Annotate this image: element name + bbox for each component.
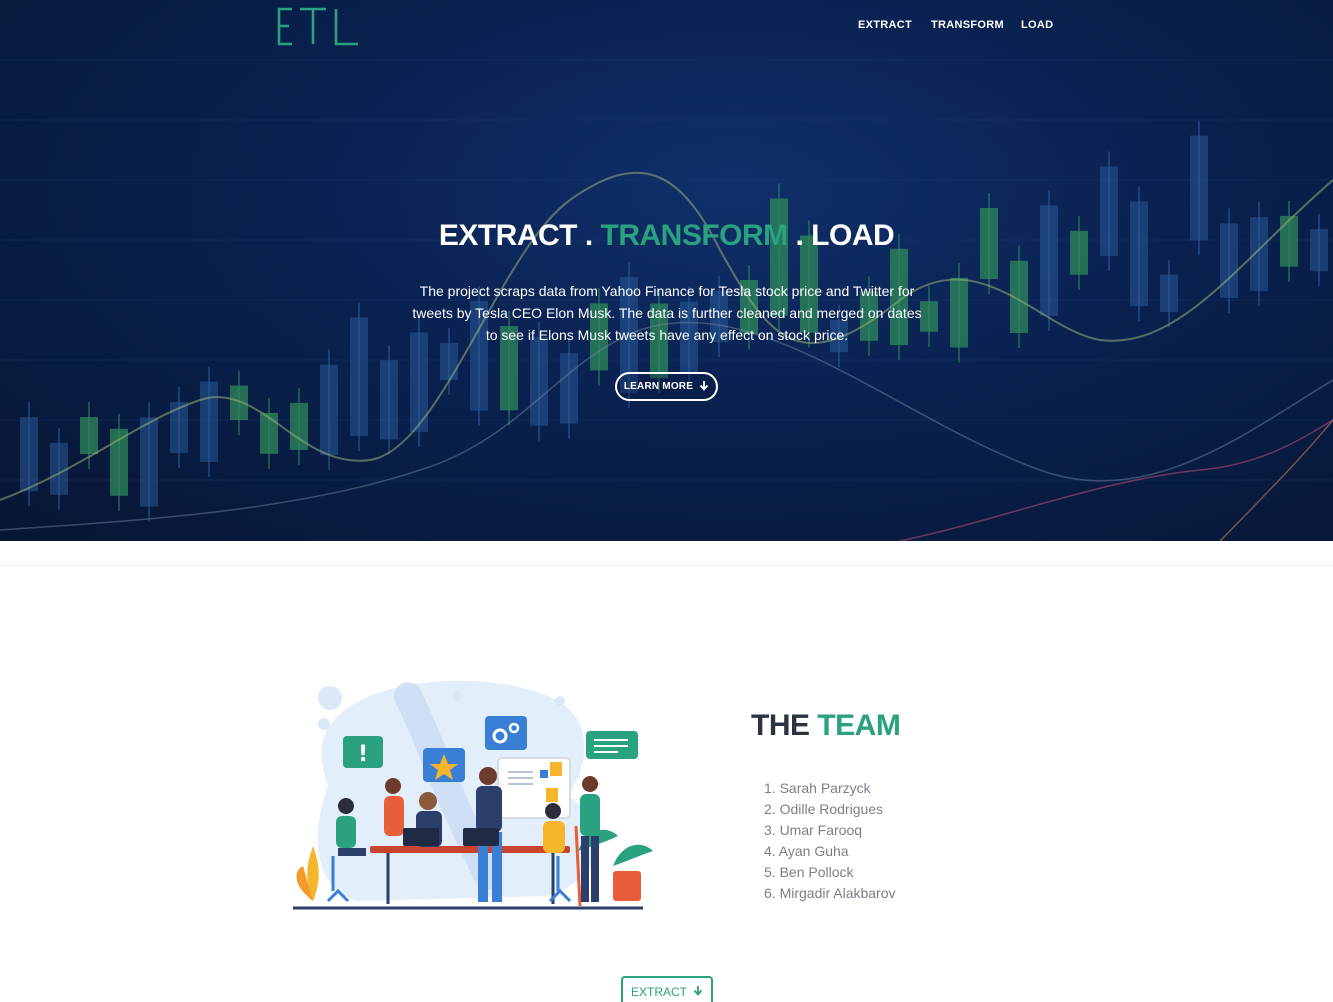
team-member-list: 1. Sarah Parzyck 2. Odille Rodrigues 3. …: [764, 778, 896, 904]
team-illustration: !: [288, 676, 658, 921]
nav-transform-link[interactable]: TRANSFORM: [931, 19, 1004, 31]
team-member: 4. Ayan Guha: [764, 843, 849, 859]
team-title-team: TEAM: [817, 709, 901, 742]
hero-title-transform: TRANSFORM: [600, 219, 789, 252]
team-member: 3. Umar Farooq: [764, 822, 863, 838]
top-nav: EXTRACT TRANSFORM LOAD: [0, 0, 1333, 52]
hero-title-load: . LOAD: [795, 219, 895, 252]
arrow-down-icon: [699, 380, 709, 394]
learn-more-button[interactable]: LEARN MORE: [615, 372, 718, 401]
hero-description: The project scraps data from Yahoo Finan…: [412, 283, 922, 343]
extract-button-label: EXTRACT: [630, 985, 687, 999]
hero-title-extract: EXTRACT .: [438, 219, 593, 252]
learn-more-label: LEARN MORE: [623, 381, 694, 392]
hero-section: EXTRACT TRANSFORM LOAD EXTRACT . TRANSFO…: [0, 0, 1333, 541]
team-member: 1. Sarah Parzyck: [764, 780, 871, 796]
team-member: 5. Ben Pollock: [764, 864, 854, 880]
svg-text:!: !: [358, 742, 368, 767]
hero-title: EXTRACT . TRANSFORM . LOAD: [0, 219, 1333, 253]
nav-load-link[interactable]: LOAD: [1021, 19, 1053, 31]
stock-chart-background: [0, 59, 1333, 541]
nav-extract-link[interactable]: EXTRACT: [858, 19, 912, 31]
team-title-the: THE: [751, 709, 810, 742]
team-title: THE TEAM: [751, 709, 901, 743]
extract-button[interactable]: EXTRACT: [621, 976, 713, 1002]
etl-logo[interactable]: [276, 6, 360, 53]
team-member: 2. Odille Rodrigues: [764, 801, 884, 817]
arrow-down-icon: [693, 985, 703, 999]
section-divider: [0, 565, 1333, 566]
team-member: 6. Mirgadir Alakbarov: [764, 885, 896, 901]
